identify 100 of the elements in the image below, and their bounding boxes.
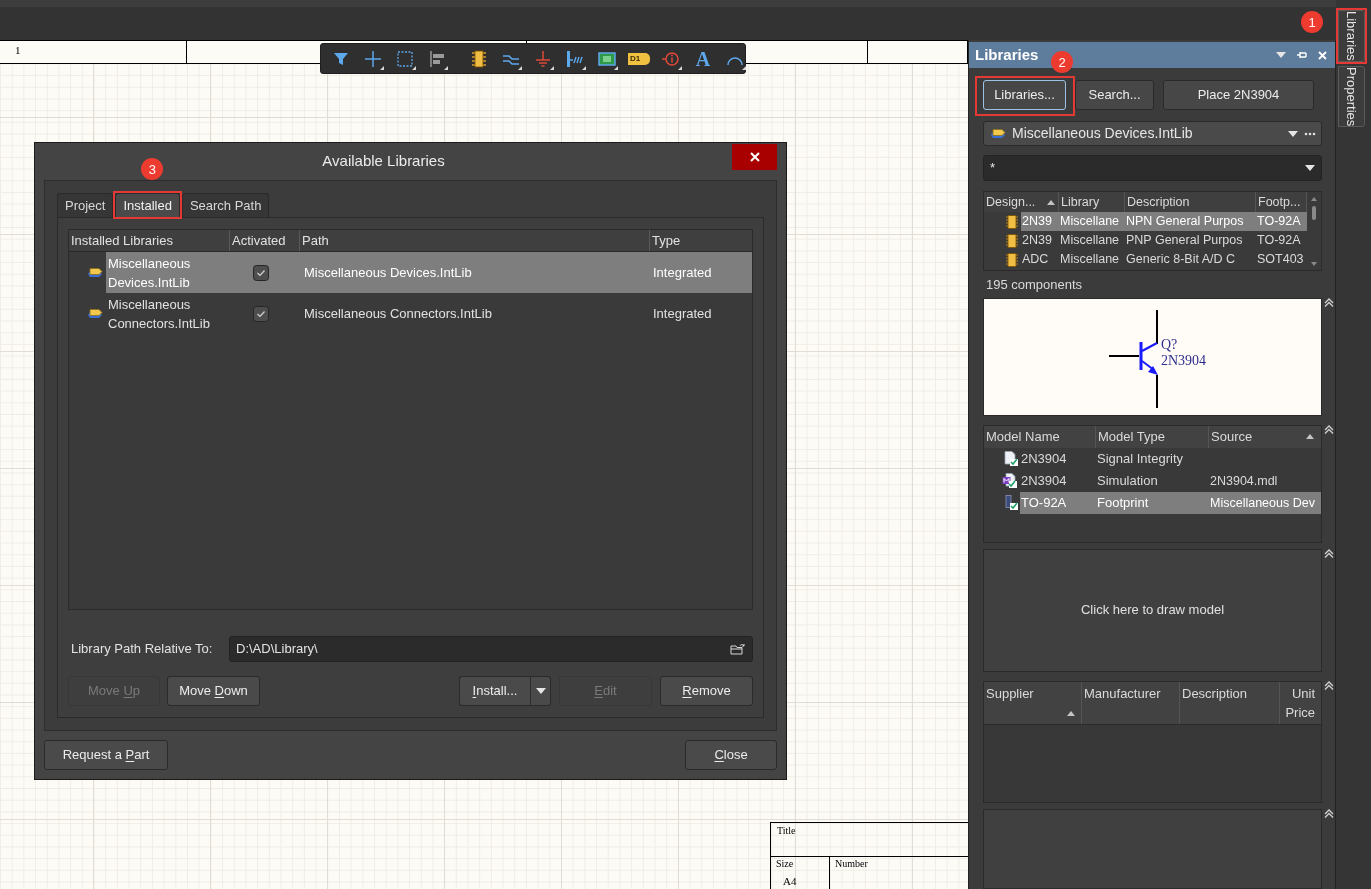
column-header[interactable]: Source [1209,425,1321,448]
collapse-icon[interactable] [1323,548,1334,558]
column-header[interactable]: Model Name [984,425,1096,448]
chip-icon [1006,214,1018,229]
column-header[interactable]: Manufacturer [1082,681,1180,724]
column-header[interactable]: Unit Price [1280,681,1321,724]
collapse-icon[interactable] [1323,808,1334,818]
library-dropdown[interactable]: Miscellaneous Devices.IntLib [983,121,1322,146]
side-tab[interactable]: Properties [1338,65,1365,128]
column-header[interactable]: Model Type [1096,425,1209,448]
table-cell-text: Miscellane [1060,232,1120,250]
table-cell-text: 2N39 [1022,232,1052,250]
sort-arrow-icon [1047,199,1055,205]
model-3d-area[interactable]: Click here to draw model [983,548,1322,672]
callout-badge: 3 [141,158,164,180]
library-icon [990,127,1006,140]
table-cell-text: NPN General Purpos [1126,213,1244,231]
field-label: Library Path Relative To: [70,640,214,659]
column-header[interactable]: Activated [229,230,299,251]
size-value: A4 [782,876,797,887]
table-row[interactable]: 2N39 Miscellane NPN General Purpos TO-92A [1021,212,1307,231]
designator-label: Q? [1161,336,1179,353]
zone-label: 1 [15,45,21,56]
side-tab[interactable]: Libraries [1338,10,1365,62]
close-button[interactable] [732,144,777,170]
table-row[interactable]: 2N3904 Simulation 2N3904.mdl [1020,469,1321,492]
panel-button[interactable]: Libraries... [983,80,1066,110]
tab[interactable]: Installed [115,193,180,217]
component-count: 195 components [985,276,1083,294]
table-cell-text: 2N39 [1022,213,1052,231]
table-cell-text: Miscellaneous Devices.IntLib [108,254,192,292]
table-cell: 2N3904 [1021,472,1067,488]
dialog-button[interactable]: Remove [660,676,753,706]
path-field[interactable]: D:\AD\Library\ [229,636,753,662]
table-row[interactable]: 2N39 Miscellane PNP General Purpos TO-92A [1021,231,1307,250]
table-cell: Footprint [1097,494,1149,510]
collapse-icon[interactable] [1323,680,1334,690]
number-label: Number [835,858,868,869]
table-row[interactable]: 2N3904 Signal Integrity [1020,447,1321,470]
table-cell-text: PNP General Purpos [1126,232,1243,250]
library-icon [87,307,103,320]
table-cell-text: Integrated [653,263,712,282]
table-row[interactable]: Miscellaneous Connectors.IntLib Miscellaneous Connectors.IntLib Integrated [106,293,752,334]
table-cell-text: TO-92A [1257,213,1301,231]
net-label-tool[interactable]: D1 [628,52,650,65]
install-button[interactable]: Install... [459,676,530,706]
table-row[interactable]: TO-92A Footprint Miscellaneous Dev [1020,491,1321,514]
model-file-icon [1002,473,1018,488]
checkbox[interactable] [253,305,269,322]
table-row[interactable]: ADC Miscellane Generic 8-Bit A/D C SOT403 [1021,250,1307,269]
table-cell: 2N3904 [1021,450,1067,466]
panel-button[interactable]: Place 2N3904 [1163,80,1314,110]
sort-arrow-icon [1306,434,1314,439]
table-cell: Simulation [1097,472,1158,488]
column-header[interactable]: Installed Libraries [69,230,229,251]
tab[interactable]: Search Path [181,193,270,217]
size-label: Size [776,859,794,869]
dialog-title: Available Libraries [322,151,445,172]
dialog-button[interactable]: Close [685,740,777,770]
close-icon [749,152,760,162]
column-header[interactable]: Description [1180,681,1280,724]
table-cell: TO-92A [1021,494,1067,510]
table-cell: 2N3904.mdl [1210,473,1278,488]
title-label: Title [777,825,796,836]
callout-badge: 2 [1051,51,1073,73]
tab[interactable]: Project [57,193,114,217]
close-icon[interactable] [1318,50,1327,60]
table-cell-text: ADC [1022,251,1049,269]
table-cell-text: TO-92A [1257,232,1301,250]
caret-icon [1305,165,1315,171]
dialog-button[interactable]: Request a Part [44,740,168,770]
panel-button[interactable]: Search... [1075,80,1154,110]
table-row[interactable]: Miscellaneous Devices.IntLib Miscellaneous Devices.IntLib Integrated [106,252,752,293]
dropdown-button[interactable] [530,676,551,706]
more-icon[interactable] [1304,131,1316,136]
panel-title: Libraries [975,44,1039,65]
callout-frame [1336,8,1367,64]
folder-icon[interactable] [730,643,746,655]
footprint-check-icon [1004,495,1018,510]
library-icon [87,266,103,279]
table-cell-text: Miscellane [1060,213,1120,231]
filter-field[interactable]: * [983,155,1322,181]
dialog-button[interactable]: Move Down [167,676,260,706]
caret-icon [535,688,546,694]
column-header[interactable]: Type [649,230,752,251]
sort-arrow-icon [1067,710,1075,716]
table-cell-text: SOT403 [1257,251,1304,269]
comment-label: 2N3904 [1161,352,1207,369]
checkbox[interactable] [253,264,269,281]
column-header[interactable]: Supplier [984,681,1082,724]
column-header[interactable]: Path [299,230,649,251]
pin-icon[interactable] [1297,50,1307,60]
collapse-icon[interactable] [1323,424,1334,434]
collapse-icon[interactable] [1323,297,1334,307]
callout-frame [113,191,182,219]
chip-icon [1006,233,1018,248]
panel-menu-icon[interactable] [1276,52,1286,58]
table-cell-text: Miscellaneous Connectors.IntLib [304,304,492,323]
text-tool[interactable]: A [692,47,714,70]
table-cell: Signal Integrity [1097,450,1183,466]
